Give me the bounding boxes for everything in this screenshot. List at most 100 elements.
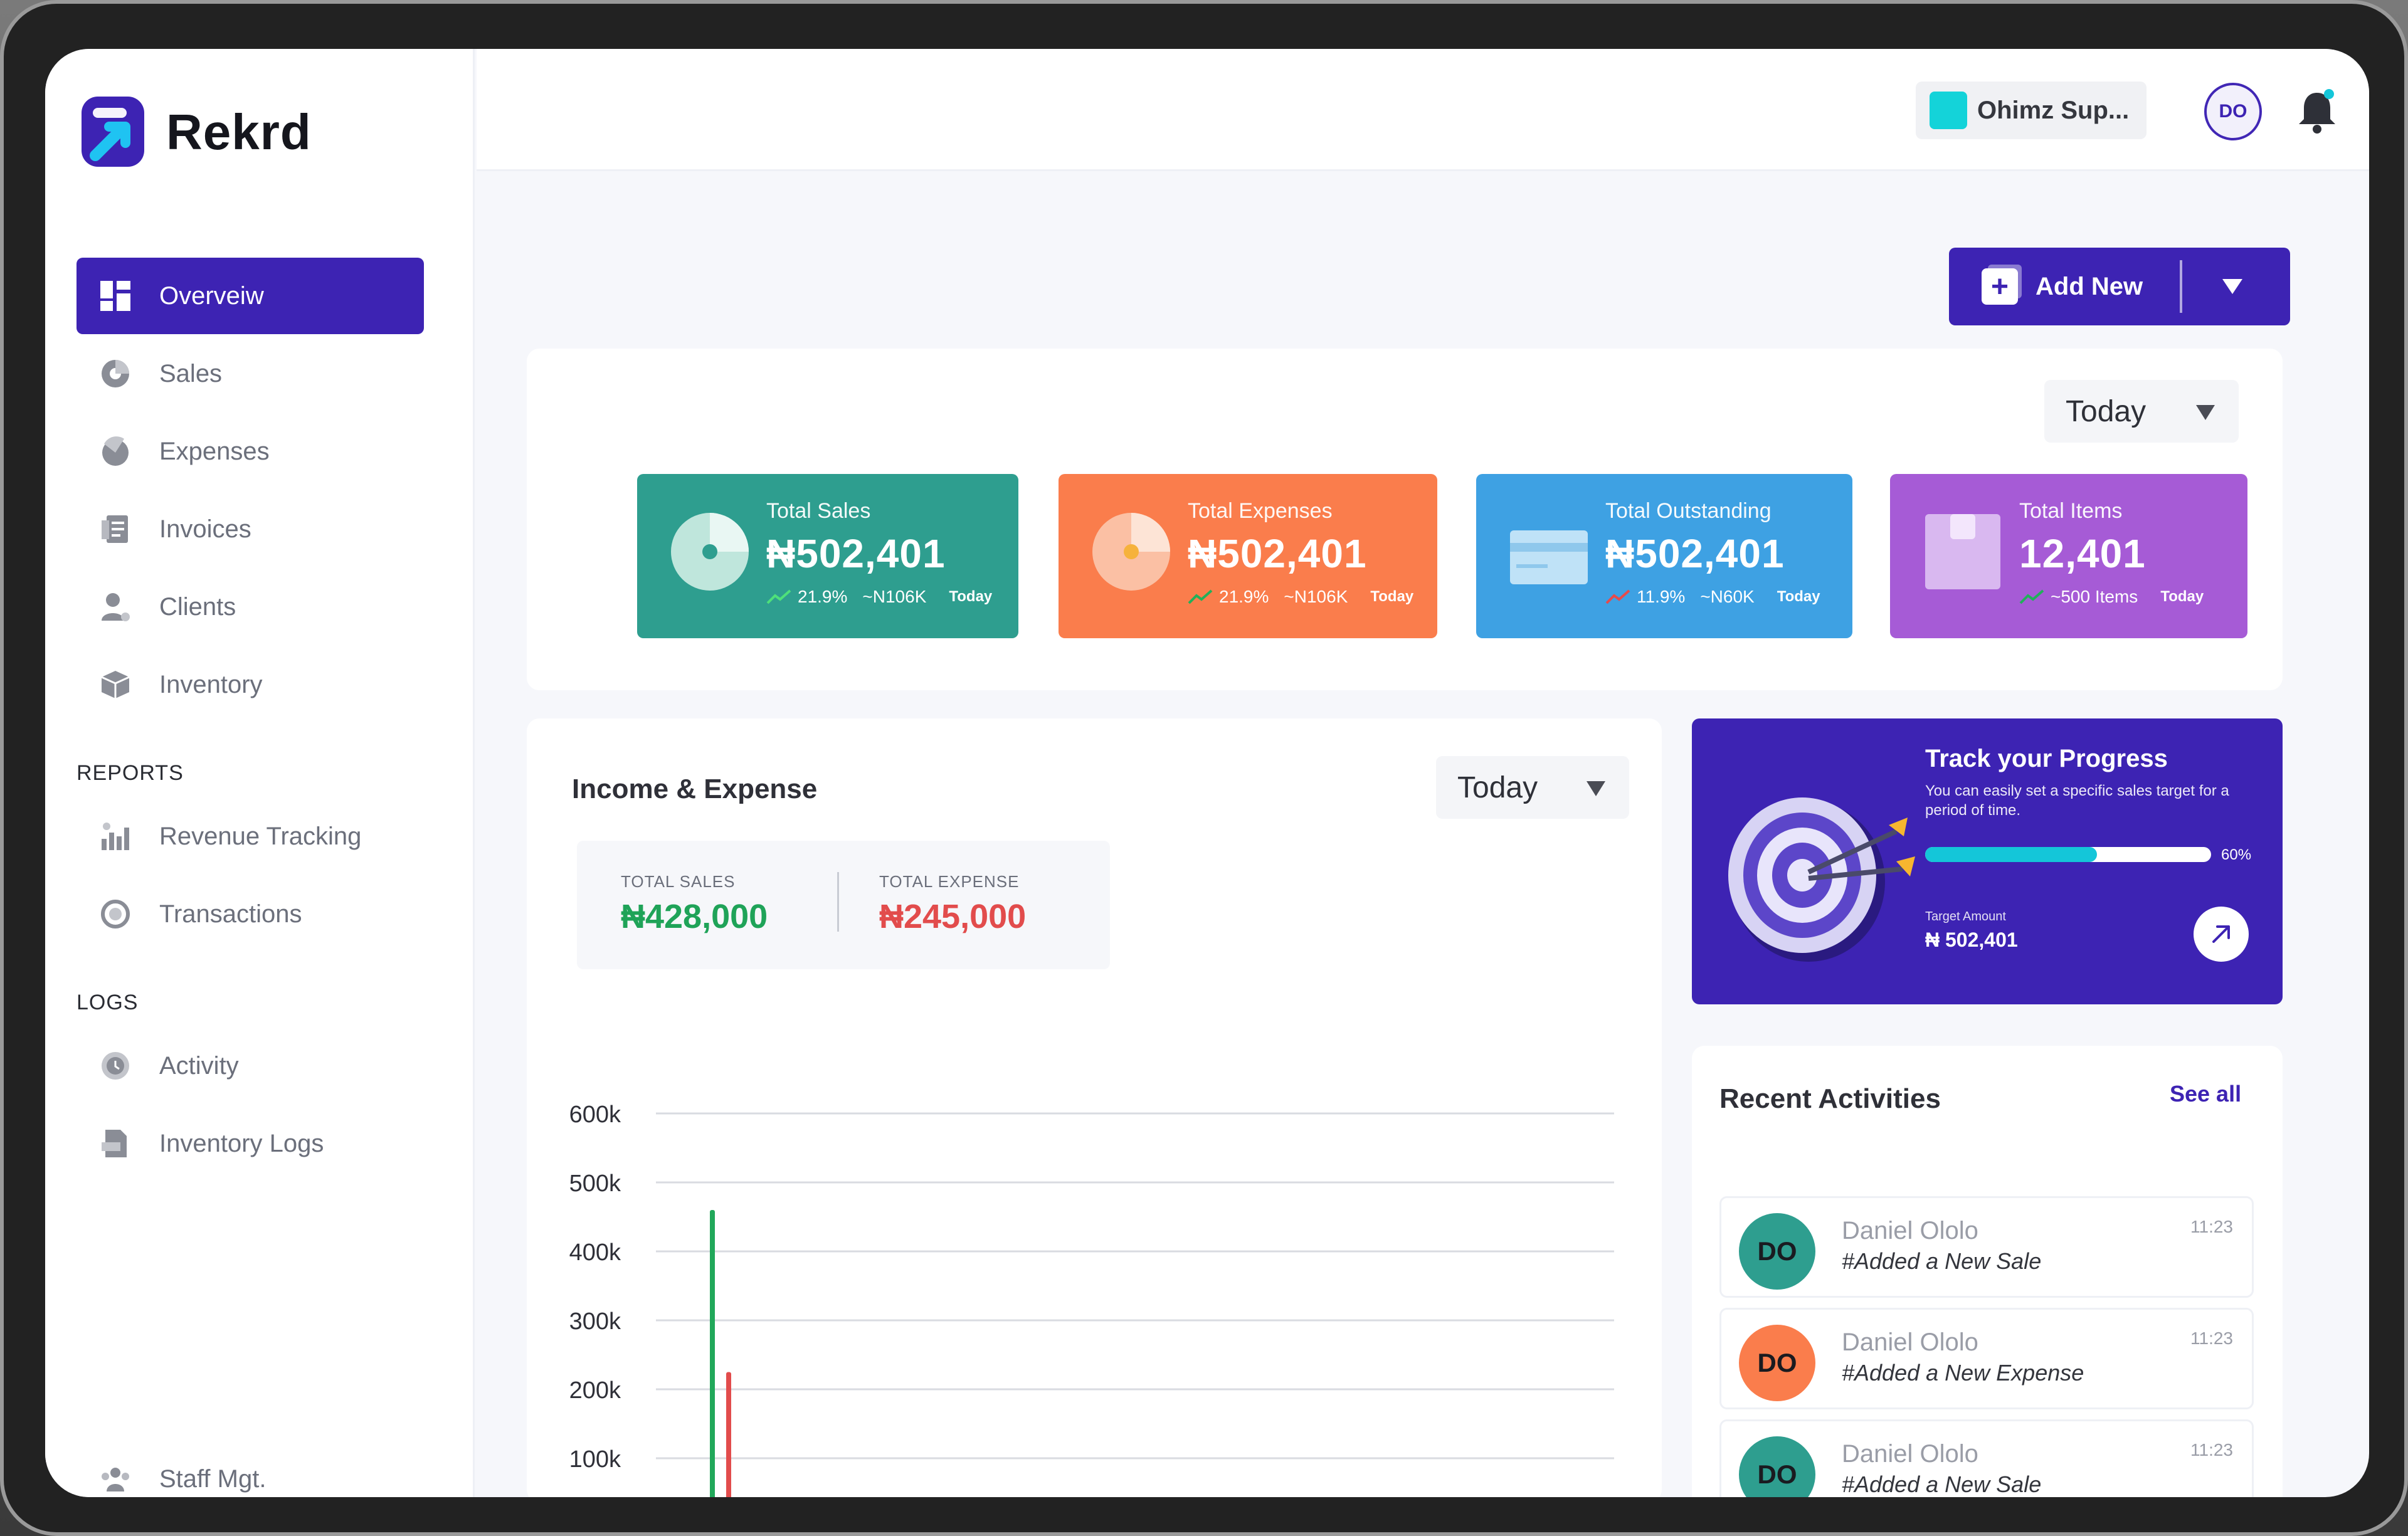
total-sales-value: ₦428,000 (621, 898, 768, 935)
activity-description: #Added a New Sale (1842, 1248, 2042, 1274)
sidebar-item-label: Revenue Tracking (159, 822, 362, 850)
device-frame: Rekrd Overveiw Sales Expenses Invoices C… (0, 0, 2408, 1536)
reports-section-label: REPORTS (77, 761, 184, 785)
period-value: Today (2066, 394, 2147, 428)
arrow-up-right-icon (2212, 925, 2230, 943)
stat-trend-row: ~500 Items Today (2019, 587, 2204, 607)
document-icon (99, 1127, 132, 1160)
stat-delta: ~N60K (1700, 587, 1755, 606)
activity-user: Daniel Ololo (1842, 1328, 1978, 1356)
chevron-down-icon[interactable] (2220, 276, 2245, 297)
chevron-down-icon (2196, 405, 2215, 420)
y-tick-label: 300k (569, 1308, 621, 1335)
team-icon (99, 1463, 132, 1495)
expenses-icon (99, 435, 132, 468)
sidebar-item-invoices[interactable]: Invoices (77, 491, 424, 567)
stat-delta: ~500 Items (2051, 587, 2138, 606)
chevron-down-icon (1587, 781, 1605, 796)
bar-chart-icon (99, 820, 132, 853)
avatar[interactable]: DO (2204, 83, 2262, 140)
avatar: DO (1739, 1325, 1815, 1401)
y-tick-label: 500k (569, 1170, 621, 1197)
total-sales-label: TOTAL SALES (621, 872, 736, 891)
stat-title: Total Items (2019, 499, 2123, 523)
activity-description: #Added a New Expense (1842, 1360, 2084, 1386)
avatar: DO (1739, 1436, 1815, 1497)
plus-icon: + (1982, 268, 2018, 305)
total-expense-label: TOTAL EXPENSE (879, 872, 1020, 891)
panel-title: Recent Activities (1719, 1083, 1941, 1114)
pie-chart-icon (1092, 513, 1170, 591)
sidebar-item-label: Sales (159, 359, 223, 387)
expense-bar[interactable] (726, 1372, 731, 1498)
trend-down-icon (1605, 589, 1630, 604)
stats-period-select[interactable]: Today (2044, 380, 2239, 443)
sidebar-item-label: Clients (159, 592, 236, 621)
sidebar-item-sales[interactable]: Sales (77, 335, 424, 412)
trend-up-icon (766, 589, 791, 604)
y-tick-label: 200k (569, 1377, 621, 1404)
see-all-link[interactable]: See all (2170, 1081, 2241, 1107)
income-bar[interactable] (710, 1210, 715, 1497)
stat-card-total-sales[interactable]: Total Sales ₦502,401 21.9% ~N106K Today (637, 474, 1018, 638)
sidebar-item-label: Activity (159, 1051, 239, 1080)
app-screen: Rekrd Overveiw Sales Expenses Invoices C… (45, 49, 2369, 1497)
add-new-button[interactable]: + Add New (1949, 248, 2290, 325)
track-progress-card: Track your Progress You can easily set a… (1692, 718, 2283, 1004)
activity-item[interactable]: DO Daniel Ololo #Added a New Sale 11:23 (1719, 1419, 2254, 1497)
store-name: Ohimz Sup... (1977, 96, 2130, 124)
sidebar-item-label: Expenses (159, 437, 270, 465)
sidebar-item-staff-mgt[interactable]: Staff Mgt. (77, 1441, 424, 1497)
sidebar-item-revenue-tracking[interactable]: Revenue Tracking (77, 798, 424, 875)
target-amount-label: Target Amount (1925, 910, 2006, 923)
stat-period: Today (2160, 588, 2204, 605)
clock-icon (99, 1049, 132, 1082)
stat-card-total-items[interactable]: Total Items 12,401 ~500 Items Today (1890, 474, 2247, 638)
app-name: Rekrd (166, 103, 312, 160)
stat-trend-row: 21.9% ~N106K Today (766, 587, 992, 607)
bell-icon[interactable] (2295, 87, 2339, 137)
store-switcher[interactable]: Ohimz Sup... (1916, 82, 2147, 139)
stat-title: Total Sales (766, 499, 871, 523)
divider (837, 872, 839, 932)
store-color-swatch (1930, 92, 1967, 129)
activity-description: #Added a New Sale (1842, 1471, 2042, 1497)
pie-chart-icon (99, 357, 132, 390)
activity-item[interactable]: DO Daniel Ololo #Added a New Expense 11:… (1719, 1308, 2254, 1409)
main-nav: Overveiw Sales Expenses Invoices Clients… (77, 258, 424, 1183)
sidebar-item-activity[interactable]: Activity (77, 1028, 424, 1104)
target-amount-value: ₦ 502,401 (1925, 928, 2018, 951)
logo[interactable]: Rekrd (77, 93, 312, 171)
sidebar-item-transactions[interactable]: Transactions (77, 876, 424, 952)
activity-item[interactable]: DO Daniel Ololo #Added a New Sale 11:23 (1719, 1196, 2254, 1298)
activity-user: Daniel Ololo (1842, 1217, 1978, 1244)
open-target-button[interactable] (2194, 907, 2249, 962)
activity-time: 11:23 (2190, 1328, 2233, 1348)
pie-chart-icon (671, 513, 749, 591)
sidebar-item-label: Transactions (159, 900, 302, 928)
activity-time: 11:23 (2190, 1440, 2233, 1460)
avatar: DO (1739, 1213, 1815, 1290)
stat-period: Today (949, 588, 993, 605)
income-expense-panel: Income & Expense Today TOTAL SALES ₦428,… (527, 718, 1662, 1497)
stat-card-total-expenses[interactable]: Total Expenses ₦502,401 21.9% ~N106K Tod… (1059, 474, 1437, 638)
trend-up-icon (2019, 589, 2044, 604)
box-icon (99, 668, 132, 701)
sidebar-item-clients[interactable]: Clients (77, 569, 424, 645)
progress-label: 60% (2221, 846, 2252, 863)
sidebar-item-expenses[interactable]: Expenses (77, 413, 424, 490)
y-tick-label: 100k (569, 1446, 621, 1473)
button-divider (2180, 260, 2182, 313)
sidebar-item-inventory[interactable]: Inventory (77, 646, 424, 723)
sidebar-item-label: Invoices (159, 515, 251, 543)
stat-delta: ~N106K (1284, 587, 1348, 606)
y-tick-label: 600k (569, 1102, 621, 1128)
income-period-select[interactable]: Today (1436, 756, 1629, 819)
stat-card-total-outstanding[interactable]: Total Outstanding ₦502,401 11.9% ~N60K T… (1476, 474, 1852, 638)
sidebar-item-label: Overveiw (159, 281, 264, 310)
totals-summary: TOTAL SALES ₦428,000 TOTAL EXPENSE ₦245,… (577, 841, 1110, 969)
sidebar-item-overview[interactable]: Overveiw (77, 258, 424, 334)
panel-title: Income & Expense (572, 774, 818, 804)
receipt-icon (99, 513, 132, 545)
sidebar-item-inventory-logs[interactable]: Inventory Logs (77, 1105, 424, 1182)
